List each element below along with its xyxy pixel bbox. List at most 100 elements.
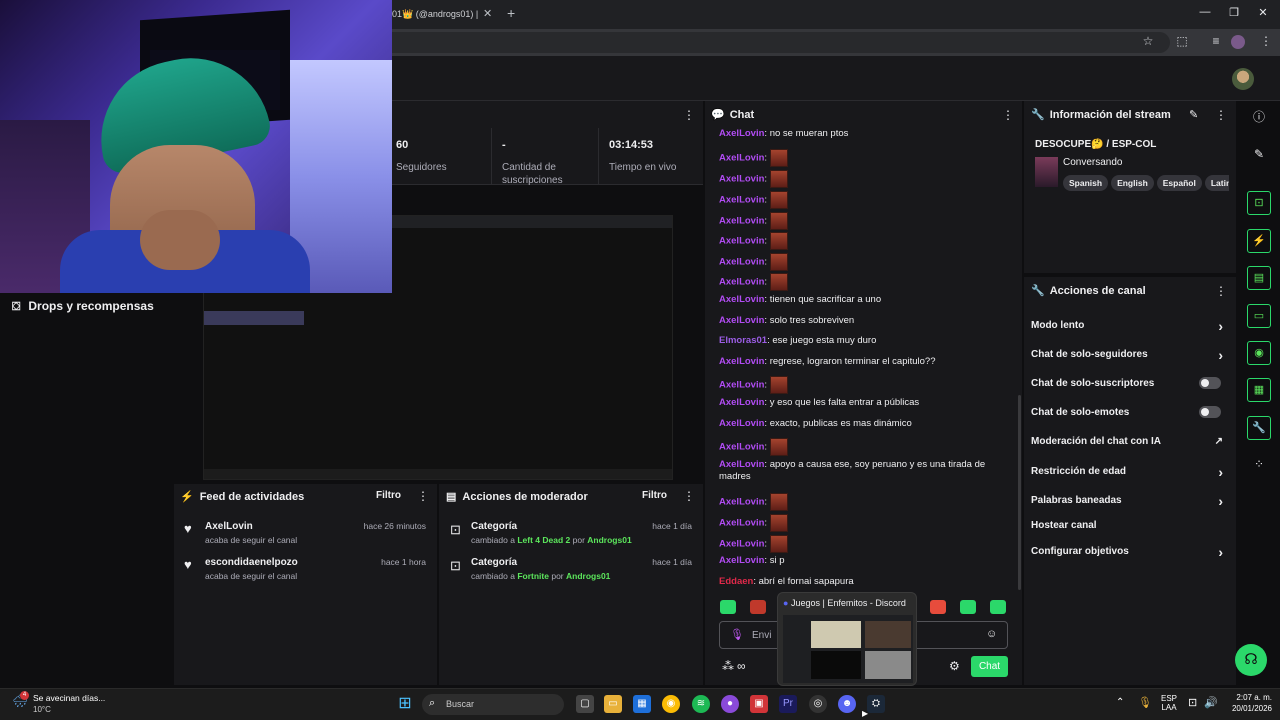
emote-icon[interactable] bbox=[769, 438, 788, 456]
close-tab-icon[interactable]: ✕ bbox=[483, 7, 492, 20]
actions-menu-icon[interactable]: ⋮ bbox=[1215, 284, 1227, 298]
taskbar-search[interactable]: ⌕ Buscar bbox=[422, 694, 564, 715]
store-icon[interactable]: ▦ bbox=[633, 695, 651, 713]
clock[interactable]: 2:07 a. m. 20/01/2026 bbox=[1220, 693, 1272, 713]
new-tab-icon[interactable]: + bbox=[507, 5, 515, 21]
mod-item-user[interactable]: Androgs01 bbox=[587, 535, 631, 545]
category-box-art[interactable] bbox=[1035, 157, 1058, 187]
activity-menu-icon[interactable]: ⋮ bbox=[417, 489, 429, 503]
broadcast-icon[interactable]: ◉ bbox=[1247, 341, 1271, 365]
channel-action-row[interactable]: Chat de solo-emotes bbox=[1031, 406, 1229, 418]
emote-icon[interactable] bbox=[960, 600, 976, 614]
chat-send-button[interactable]: Chat bbox=[971, 656, 1008, 677]
stats-menu-icon[interactable]: ⋮ bbox=[683, 108, 695, 122]
channel-action-row[interactable]: Moderación del chat con IA ↗ bbox=[1031, 436, 1229, 447]
discord-preview-popup[interactable]: ● Juegos | Enfemitos - Discord bbox=[777, 592, 917, 686]
spotify-icon[interactable]: ≋ bbox=[692, 695, 710, 713]
help-headset-icon[interactable]: ☊ bbox=[1235, 644, 1267, 676]
emote-icon[interactable] bbox=[769, 232, 788, 250]
chat-username[interactable]: AxelLovin bbox=[719, 459, 764, 470]
address-bar[interactable] bbox=[384, 32, 1170, 53]
chat-username[interactable]: AxelLovin bbox=[719, 356, 764, 367]
wrench-icon[interactable]: 🔧 bbox=[1247, 416, 1271, 440]
emote-icon[interactable] bbox=[990, 600, 1006, 614]
tag[interactable]: Spanish bbox=[1063, 175, 1109, 191]
microphone-icon[interactable]: 🎙 bbox=[1138, 696, 1152, 709]
reading-list-icon[interactable]: ≡ bbox=[1207, 34, 1225, 48]
stream-category[interactable]: Conversando bbox=[1063, 157, 1122, 168]
infinity-icon[interactable]: ∞ bbox=[737, 659, 746, 673]
mod-item-game[interactable]: Fortnite bbox=[517, 571, 549, 581]
emote-icon[interactable] bbox=[769, 514, 788, 532]
bolt-icon[interactable]: ⚡ bbox=[1247, 229, 1271, 253]
chat-username[interactable]: AxelLovin bbox=[719, 277, 764, 288]
chat-username[interactable]: AxelLovin bbox=[719, 380, 764, 391]
channel-action-row[interactable]: Hostear canal bbox=[1031, 520, 1229, 531]
steam-icon[interactable]: ⛭ bbox=[867, 695, 885, 713]
emote-icon[interactable] bbox=[750, 600, 766, 614]
emote-icon[interactable] bbox=[769, 170, 788, 188]
emote-icon[interactable] bbox=[769, 149, 788, 167]
file-explorer-icon[interactable]: ▭ bbox=[604, 695, 622, 713]
language-indicator[interactable]: ESP LAA bbox=[1161, 694, 1177, 712]
chrome-icon[interactable]: ◉ bbox=[662, 695, 680, 713]
chat-username[interactable]: AxelLovin bbox=[719, 418, 764, 429]
activity-filter-button[interactable]: Filtro bbox=[376, 490, 401, 501]
points-icon[interactable]: ⁂ bbox=[722, 659, 734, 673]
add-action-icon[interactable]: ⁘ bbox=[1247, 453, 1271, 477]
emote-icon[interactable] bbox=[769, 493, 788, 511]
emote-icon[interactable] bbox=[720, 600, 736, 614]
emote-icon[interactable] bbox=[769, 376, 788, 394]
app-icon[interactable]: ▣ bbox=[750, 695, 768, 713]
tag[interactable]: Español bbox=[1156, 175, 1202, 191]
emote-icon[interactable] bbox=[930, 600, 946, 614]
emote-picker-icon[interactable]: ☺ bbox=[986, 628, 997, 640]
close-window-icon[interactable]: ✕ bbox=[1253, 6, 1273, 19]
info-menu-icon[interactable]: ⋮ bbox=[1215, 108, 1227, 122]
chat-username[interactable]: AxelLovin bbox=[719, 195, 764, 206]
chat-scrollbar[interactable] bbox=[1018, 395, 1021, 590]
clip-icon[interactable]: ⊡ bbox=[1247, 191, 1271, 215]
mod-item-game[interactable]: Left 4 Dead 2 bbox=[517, 535, 570, 545]
chat-username[interactable]: AxelLovin bbox=[719, 539, 764, 550]
emote-icon[interactable] bbox=[769, 191, 788, 209]
chat-username[interactable]: AxelLovin bbox=[719, 397, 764, 408]
chat-username[interactable]: AxelLovin bbox=[719, 442, 764, 453]
minimize-icon[interactable]: — bbox=[1195, 6, 1215, 18]
notes-icon[interactable]: ▤ bbox=[1247, 266, 1271, 290]
browser-menu-icon[interactable]: ⋮ bbox=[1257, 34, 1275, 48]
chat-username[interactable]: AxelLovin bbox=[719, 216, 764, 227]
edit-pencil-icon[interactable]: ✎ bbox=[1189, 108, 1198, 121]
discord-icon[interactable]: ☻ bbox=[838, 695, 856, 713]
weather-text[interactable]: Se avecinan días... bbox=[33, 693, 105, 703]
channel-action-row[interactable]: Modo lento › bbox=[1031, 318, 1229, 334]
mod-item-user[interactable]: Androgs01 bbox=[566, 571, 610, 581]
info-icon[interactable]: ⓘ bbox=[1247, 106, 1271, 130]
chat-username[interactable]: AxelLovin bbox=[719, 294, 764, 305]
chat-username[interactable]: AxelLovin bbox=[719, 315, 764, 326]
layout-icon[interactable]: ▦ bbox=[1247, 378, 1271, 402]
tag[interactable]: Latin bbox=[1204, 175, 1229, 191]
network-icon[interactable]: ⊡ bbox=[1188, 696, 1197, 709]
premiere-pro-icon[interactable]: Pr bbox=[779, 695, 797, 713]
channel-action-row[interactable]: Palabras baneadas › bbox=[1031, 493, 1229, 509]
chat-username[interactable]: AxelLovin bbox=[719, 555, 764, 566]
channel-action-row[interactable]: Chat de solo-suscriptores bbox=[1031, 377, 1229, 389]
feed-item-name[interactable]: AxelLovin bbox=[205, 521, 253, 532]
emote-icon[interactable] bbox=[769, 535, 788, 553]
toggle-switch[interactable] bbox=[1199, 377, 1221, 389]
tag[interactable]: English bbox=[1111, 175, 1154, 191]
maximize-icon[interactable]: ❐ bbox=[1224, 6, 1244, 19]
chat-username[interactable]: AxelLovin bbox=[719, 128, 764, 139]
emote-icon[interactable] bbox=[769, 253, 788, 271]
chat-username[interactable]: AxelLovin bbox=[719, 518, 764, 529]
emote-icon[interactable] bbox=[769, 273, 788, 291]
app-icon[interactable]: ● bbox=[721, 695, 739, 713]
sidebar-item-drops[interactable]: ⛋ Drops y recompensas bbox=[12, 299, 154, 314]
chevron-up-icon[interactable]: ⌃ bbox=[1116, 697, 1124, 708]
obs-icon[interactable]: ◎ bbox=[809, 695, 827, 713]
channel-action-row[interactable]: Restricción de edad › bbox=[1031, 464, 1229, 480]
edit-icon[interactable]: ✎ bbox=[1247, 143, 1271, 167]
emote-icon[interactable] bbox=[769, 212, 788, 230]
windows-start-icon[interactable]: ⊞ bbox=[396, 695, 414, 713]
